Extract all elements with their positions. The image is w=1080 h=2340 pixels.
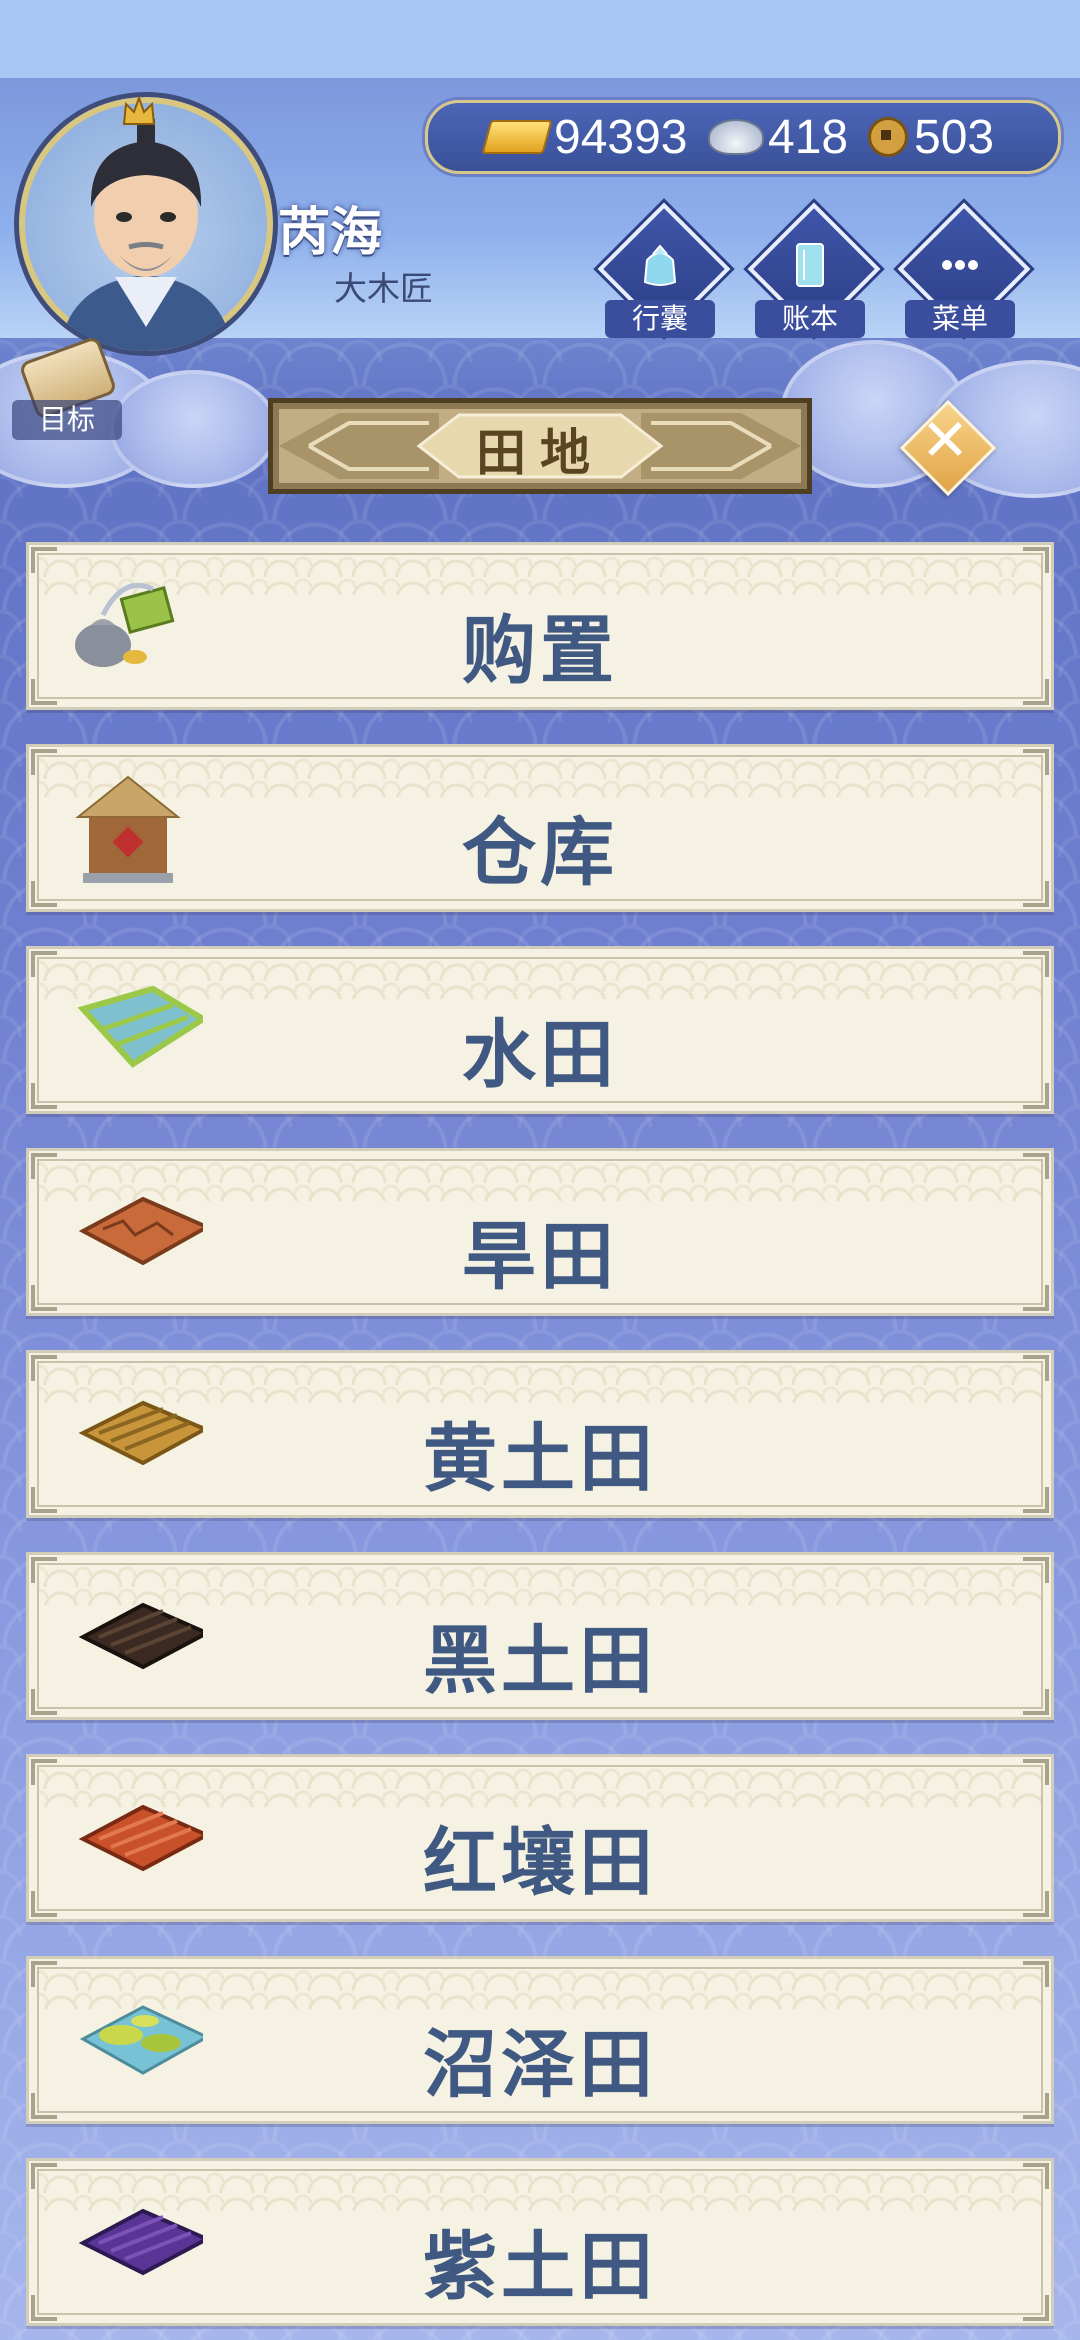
silver-currency: 418 xyxy=(708,109,848,165)
section-title: 田地 xyxy=(476,424,604,482)
more-icon xyxy=(935,240,985,290)
ledger-icon xyxy=(785,240,835,290)
crown-icon xyxy=(122,95,156,126)
item-label: 黄土田 xyxy=(423,1416,657,1502)
menu-button[interactable]: 菜单 xyxy=(895,202,1031,350)
menu-item-warehouse[interactable]: 仓库 xyxy=(26,744,1054,912)
copper-currency: 503 xyxy=(868,109,994,165)
player-title: 大木匠 xyxy=(334,269,433,308)
player-name: 芮海 xyxy=(278,203,383,263)
currency-bar: 94393 418 503 xyxy=(425,100,1061,174)
goal-button[interactable]: 目标 xyxy=(12,335,122,444)
section-title-banner: 田地 xyxy=(268,398,812,494)
copper-amount: 503 xyxy=(914,110,995,164)
close-button[interactable]: ✕ xyxy=(899,399,997,497)
close-icon: ✕ xyxy=(920,406,970,474)
gold-currency: 94393 xyxy=(481,109,688,165)
bag-label: 行囊 xyxy=(605,300,715,338)
item-label: 红壤田 xyxy=(423,1820,657,1906)
copper-coin-icon xyxy=(868,117,908,157)
bag-button[interactable]: 行囊 xyxy=(595,202,731,350)
item-label: 紫土田 xyxy=(423,2224,657,2310)
top-sky xyxy=(0,0,1080,78)
goal-label: 目标 xyxy=(12,400,122,440)
item-label: 购置 xyxy=(462,608,618,694)
item-label: 仓库 xyxy=(462,810,618,896)
player-avatar[interactable] xyxy=(14,92,278,356)
item-label: 黑土田 xyxy=(423,1618,657,1704)
menu-item-purple-soil-field[interactable]: 紫土田 xyxy=(26,2158,1054,2326)
gold-amount: 94393 xyxy=(554,110,688,164)
menu-item-black-soil-field[interactable]: 黑土田 xyxy=(26,1552,1054,1720)
menu-item-dry-field[interactable]: 旱田 xyxy=(26,1148,1054,1316)
menu-item-paddy-field[interactable]: 水田 xyxy=(26,946,1054,1114)
ledger-label: 账本 xyxy=(755,300,865,338)
menu-item-yellow-soil-field[interactable]: 黄土田 xyxy=(26,1350,1054,1518)
silver-ingot-icon xyxy=(708,119,764,155)
item-label: 水田 xyxy=(462,1012,618,1098)
item-label: 旱田 xyxy=(462,1214,618,1300)
menu-item-red-soil-field[interactable]: 红壤田 xyxy=(26,1754,1054,1922)
ledger-button[interactable]: 账本 xyxy=(745,202,881,350)
silver-amount: 418 xyxy=(768,110,849,164)
menu-item-purchase[interactable]: 购置 xyxy=(26,542,1054,710)
menu-label: 菜单 xyxy=(905,300,1015,338)
bag-icon xyxy=(635,240,685,290)
gold-ingot-icon xyxy=(481,120,553,154)
menu-item-swamp-field[interactable]: 沼泽田 xyxy=(26,1956,1054,2124)
item-label: 沼泽田 xyxy=(423,2022,657,2108)
